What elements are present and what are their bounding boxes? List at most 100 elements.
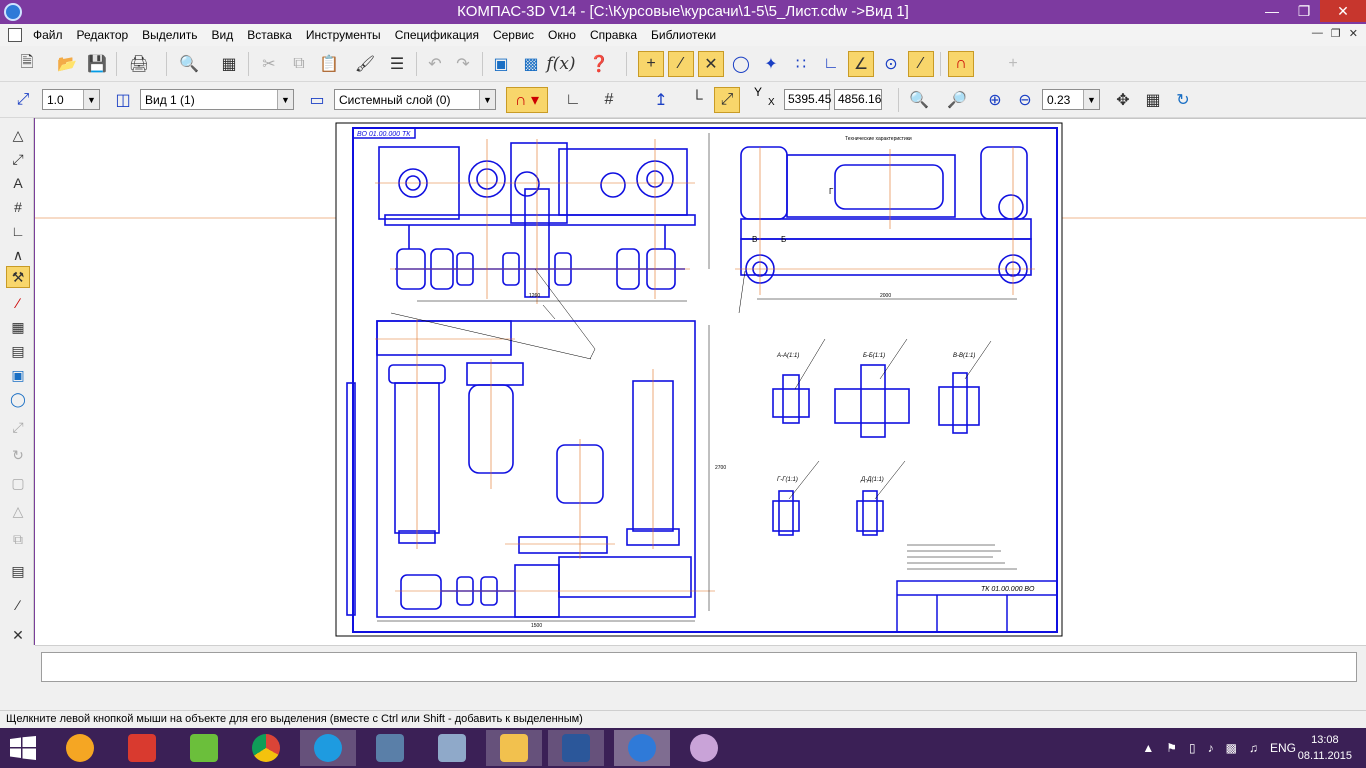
cut-icon[interactable]: ✂ bbox=[256, 51, 282, 77]
reports-icon[interactable]: ▦ bbox=[6, 316, 30, 338]
close-button[interactable]: ✕ bbox=[1320, 0, 1366, 22]
property-box[interactable] bbox=[41, 652, 1357, 682]
insert-fragment-icon[interactable]: ▤ bbox=[6, 340, 30, 362]
zoom-window-icon[interactable]: 🔍 bbox=[906, 87, 932, 113]
rotate-icon[interactable]: ↻ bbox=[6, 444, 30, 466]
layer-combo[interactable]: Системный слой (0) ▼ bbox=[334, 89, 496, 110]
chevron-down-icon[interactable]: ▼ bbox=[277, 90, 293, 109]
new-document-icon[interactable]: 🗎 bbox=[14, 51, 40, 77]
tray-flag-icon[interactable]: ⚑ bbox=[1166, 741, 1177, 755]
menu-tools[interactable]: Инструменты bbox=[306, 28, 381, 42]
open-folder-icon[interactable]: 📂 bbox=[54, 51, 80, 77]
snap-point-icon[interactable]: + bbox=[638, 51, 664, 77]
manager-icon[interactable]: ▦ bbox=[216, 51, 242, 77]
scale-icon[interactable]: ⤢ bbox=[10, 87, 36, 113]
snap-center-icon[interactable]: ⊙ bbox=[878, 51, 904, 77]
chevron-down-icon[interactable]: ▼ bbox=[479, 90, 495, 109]
document-icon[interactable] bbox=[8, 28, 22, 42]
parametrization-icon[interactable]: ∟ bbox=[6, 220, 30, 242]
menu-file[interactable]: Файл bbox=[33, 28, 63, 42]
grid-icon[interactable]: # bbox=[596, 87, 622, 113]
doc-restore-icon[interactable]: ❐ bbox=[1331, 27, 1341, 40]
ortho-icon[interactable]: ∟ bbox=[560, 87, 586, 113]
symmetry-icon[interactable]: △ bbox=[6, 500, 30, 522]
refresh-icon[interactable]: ↻ bbox=[1170, 87, 1196, 113]
menu-insert[interactable]: Вставка bbox=[247, 28, 292, 42]
deform-icon[interactable]: ▤ bbox=[6, 560, 30, 582]
copy-icon[interactable]: ⧉ bbox=[286, 51, 312, 77]
tray-network-icon[interactable]: ▩ bbox=[1226, 741, 1237, 755]
zoom-combo[interactable]: 0.23 ▼ bbox=[1042, 89, 1100, 110]
layer-icon[interactable]: ▭ bbox=[304, 87, 330, 113]
coord-x-field[interactable]: 5395.45 bbox=[784, 89, 831, 110]
break-icon[interactable]: ∕ bbox=[6, 594, 30, 616]
variables-icon[interactable]: ▩ bbox=[518, 51, 544, 77]
preview-icon[interactable]: 🔍 bbox=[176, 51, 202, 77]
menu-view[interactable]: Вид bbox=[212, 28, 234, 42]
clock[interactable]: 13:08 08.11.2015 bbox=[1298, 732, 1352, 764]
copy-tool-icon[interactable]: ⧉ bbox=[6, 528, 30, 550]
orthogonal-mode-icon[interactable]: └ bbox=[684, 87, 710, 113]
windows-start-icon[interactable] bbox=[10, 736, 36, 760]
taskbar-ie[interactable] bbox=[300, 730, 356, 766]
magnet-state-icon[interactable]: ∩ ▾ bbox=[506, 87, 548, 113]
dimensions-icon[interactable]: ⤢ bbox=[6, 148, 30, 170]
minimize-button[interactable]: — bbox=[1256, 0, 1288, 22]
print-icon[interactable]: 🖨 bbox=[126, 51, 152, 77]
restore-button[interactable]: ❐ bbox=[1288, 0, 1320, 22]
scale-tool-icon[interactable]: ▢ bbox=[6, 472, 30, 494]
spec-icon[interactable]: ∕ bbox=[6, 292, 30, 314]
snap-grid-icon[interactable]: ∷ bbox=[788, 51, 814, 77]
properties-icon[interactable]: ☰ bbox=[384, 51, 410, 77]
designations-icon[interactable]: A bbox=[6, 172, 30, 194]
language-indicator[interactable]: ENG bbox=[1270, 741, 1296, 755]
tray-battery-icon[interactable]: ▯ bbox=[1189, 741, 1196, 755]
paste-icon[interactable]: 📋 bbox=[316, 51, 342, 77]
snap-intersection-icon[interactable]: ✕ bbox=[698, 51, 724, 77]
snap-angle-icon[interactable]: ∠ bbox=[848, 51, 874, 77]
snap-disabled-icon[interactable]: + bbox=[1000, 51, 1026, 77]
tray-volume-icon[interactable]: ♪ bbox=[1208, 741, 1214, 755]
coord-y-field[interactable]: 4856.16 bbox=[834, 89, 882, 110]
snap-line-icon[interactable]: ∕ bbox=[668, 51, 694, 77]
measure-icon[interactable]: ∧ bbox=[6, 244, 30, 266]
function-icon[interactable]: f(x) bbox=[546, 51, 575, 77]
zoom-in-icon[interactable]: ⊕ bbox=[982, 87, 1008, 113]
taskbar-messenger[interactable] bbox=[52, 730, 108, 766]
show-all-icon[interactable]: ▦ bbox=[1140, 87, 1166, 113]
select-hammer-icon[interactable]: ⚒ bbox=[6, 266, 30, 288]
taskbar-word[interactable] bbox=[548, 730, 604, 766]
taskbar-greenapp[interactable] bbox=[176, 730, 232, 766]
snap-tangent-icon[interactable]: ∕ bbox=[908, 51, 934, 77]
drawing-canvas[interactable]: ВО 01.00.000 ТК 1260 Технические характе… bbox=[35, 118, 1366, 645]
doc-close-icon[interactable]: ✕ bbox=[1349, 27, 1358, 40]
snap-cross-icon[interactable]: ✦ bbox=[758, 51, 784, 77]
menu-select[interactable]: Выделить bbox=[142, 28, 197, 42]
taskbar-monitor[interactable] bbox=[424, 730, 480, 766]
pan-icon[interactable]: ✥ bbox=[1110, 87, 1136, 113]
taskbar-shutdown[interactable] bbox=[114, 730, 170, 766]
menu-editor[interactable]: Редактор bbox=[77, 28, 129, 42]
snap-circle-icon[interactable]: ◯ bbox=[728, 51, 754, 77]
magnet-icon[interactable]: ∩ bbox=[948, 51, 974, 77]
menu-specification[interactable]: Спецификация bbox=[395, 28, 479, 42]
editing-icon[interactable]: # bbox=[6, 196, 30, 218]
zoom-frame-icon[interactable]: 🔎 bbox=[944, 87, 970, 113]
tree-icon[interactable]: ▣ bbox=[488, 51, 514, 77]
taskbar-kompas[interactable] bbox=[614, 730, 670, 766]
scale-combo[interactable]: 1.0 ▼ bbox=[42, 89, 100, 110]
round-icon[interactable]: ⤢ bbox=[714, 87, 740, 113]
doc-minimize-icon[interactable]: — bbox=[1312, 27, 1323, 40]
menu-libraries[interactable]: Библиотеки bbox=[651, 28, 716, 42]
taskbar-computer[interactable] bbox=[362, 730, 418, 766]
chevron-down-icon[interactable]: ▼ bbox=[1083, 90, 1099, 109]
undo-icon[interactable]: ↶ bbox=[422, 51, 448, 77]
menu-service[interactable]: Сервис bbox=[493, 28, 534, 42]
taskbar-paint[interactable] bbox=[676, 730, 732, 766]
geometry-icon[interactable]: △ bbox=[6, 124, 30, 146]
zoom-out-icon[interactable]: ⊖ bbox=[1012, 87, 1038, 113]
redo-icon[interactable]: ↷ bbox=[450, 51, 476, 77]
help-pointer-icon[interactable]: ❓ bbox=[586, 51, 612, 77]
tray-arrow-icon[interactable]: ▲ bbox=[1142, 741, 1154, 755]
view-combo[interactable]: Вид 1 (1) ▼ bbox=[140, 89, 294, 110]
